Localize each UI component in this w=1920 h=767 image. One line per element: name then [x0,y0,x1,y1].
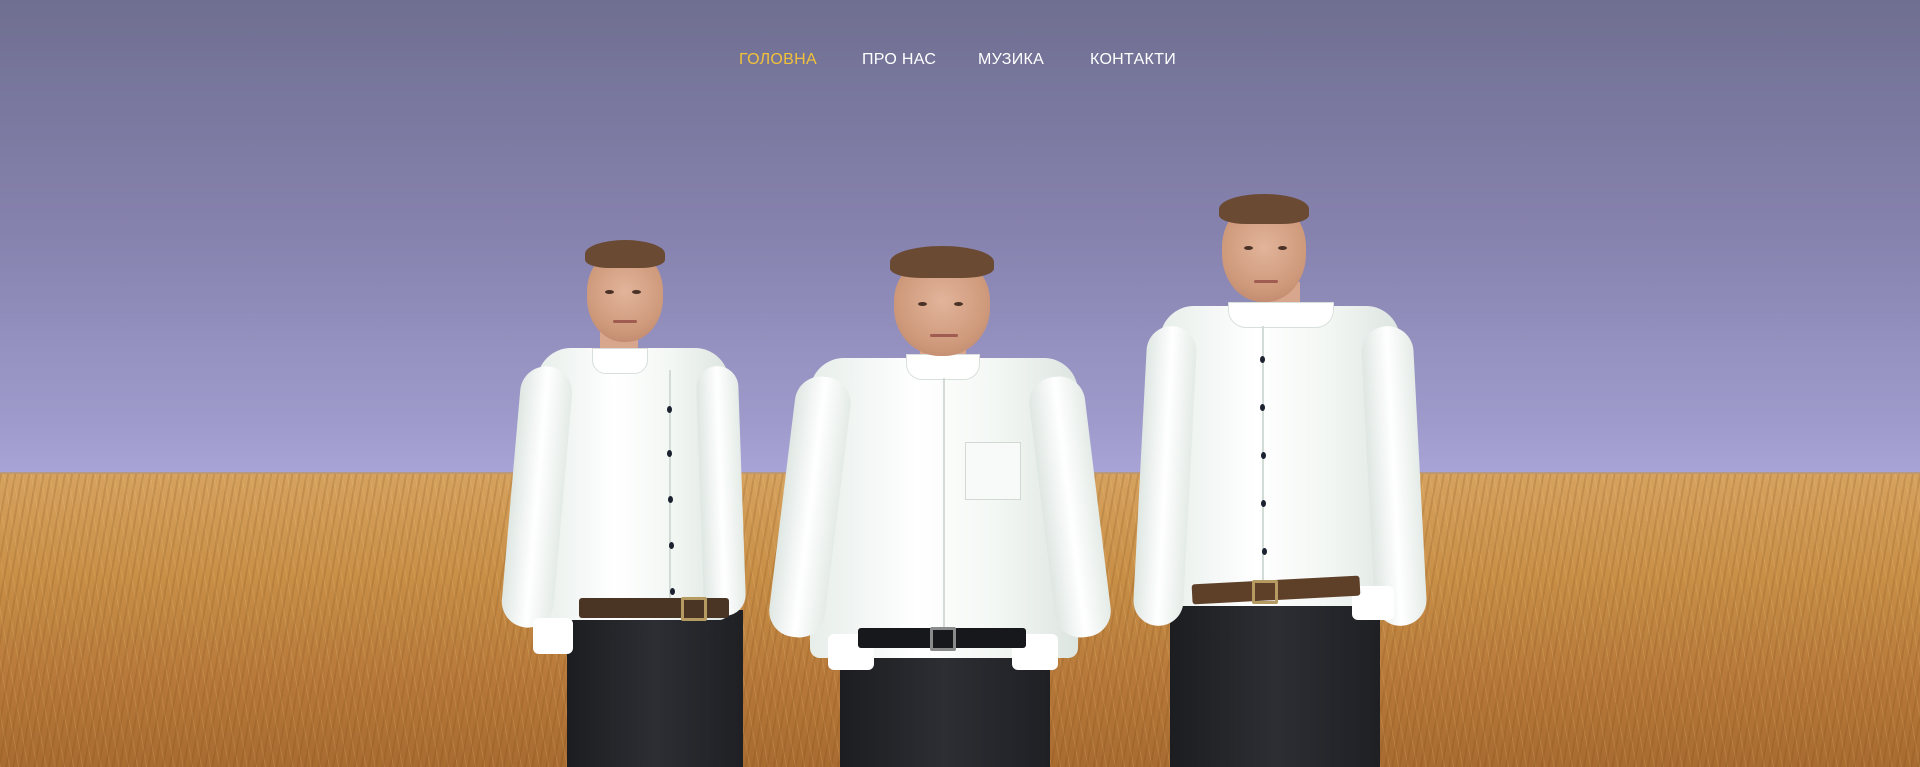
mouth [1254,280,1278,283]
mouth [613,320,637,323]
main-nav: ГОЛОВНА ПРО НАС МУЗИКА КОНТАКТИ [0,48,1920,72]
shirt-pocket [965,442,1021,500]
mouth [930,334,958,337]
shirt-button [1261,500,1266,507]
eye [1278,246,1287,250]
band-member-center [766,246,1114,767]
hair [585,240,665,268]
band-member-left [499,238,747,767]
trousers [567,610,743,767]
eye [1244,246,1253,250]
shirt-placket [943,378,945,648]
shirt-button [669,542,674,549]
collar [906,354,980,380]
hair [1219,194,1309,224]
shirt-button [1260,404,1265,411]
belt-buckle [681,597,707,621]
nav-item-about[interactable]: ПРО НАС [862,48,936,72]
shirt-button [667,406,672,413]
hero-banner: ГОЛОВНА ПРО НАС МУЗИКА КОНТАКТИ [0,0,1920,767]
shirt-placket [1262,326,1264,596]
shirt-button [667,450,672,457]
hair [890,246,994,278]
shirt-button [1262,548,1267,555]
nav-item-contacts[interactable]: КОНТАКТИ [1090,48,1176,72]
collar [592,348,648,374]
band-member-right [1132,194,1428,767]
belt-buckle [1252,580,1278,604]
cuff [533,618,573,654]
shirt-button [1261,452,1266,459]
belt-buckle [930,627,956,651]
shirt-button [668,496,673,503]
collar [1228,302,1334,328]
eye [954,302,963,306]
eye [605,290,614,294]
trousers [1170,594,1380,767]
shirt-button [1260,356,1265,363]
shirt-button [670,588,675,595]
eye [632,290,641,294]
nav-item-home[interactable]: ГОЛОВНА [739,48,817,72]
right-arm [695,365,747,617]
eye [918,302,927,306]
nav-item-music[interactable]: МУЗИКА [978,48,1044,72]
